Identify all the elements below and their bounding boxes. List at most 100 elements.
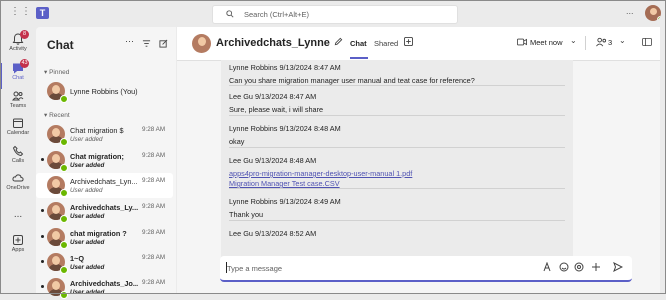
- recent-label: Recent: [49, 112, 70, 119]
- message[interactable]: Lynne Robbins 9/13/2024 8:49 AM Thank yo…: [229, 197, 341, 219]
- chat-time: 9:28 AM: [142, 279, 166, 286]
- message[interactable]: Lee Gu 9/13/2024 8:48 AM apps4pro-migrat…: [229, 156, 412, 188]
- chat-name: 1~Q: [70, 254, 84, 263]
- file-link[interactable]: Migration Manager Test case.CSV: [229, 179, 412, 188]
- add-tab-icon[interactable]: [404, 37, 413, 48]
- message[interactable]: Lee Gu 9/13/2024 8:52 AM: [229, 229, 316, 238]
- presence-available-icon: [60, 138, 68, 146]
- message-divider: [229, 115, 565, 116]
- more-options-icon[interactable]: ...: [626, 6, 634, 16]
- phone-icon: [12, 145, 24, 157]
- message-sender: Lynne Robbins: [229, 124, 278, 133]
- message-text: Sure, please wait, i will share: [229, 105, 324, 114]
- search-input[interactable]: Search (Ctrl+Alt+E): [212, 5, 458, 24]
- rail-item-apps[interactable]: Apps: [0, 234, 36, 253]
- presence-available-icon: [60, 266, 68, 274]
- popout-icon[interactable]: [642, 38, 652, 48]
- unread-dot: [41, 158, 44, 161]
- app-launcher-icon[interactable]: ⋮⋮: [10, 6, 32, 17]
- attach-plus-icon[interactable]: [591, 262, 601, 274]
- rail-item-label: Calls: [11, 158, 25, 164]
- message-time: 9/13/2024 8:49 AM: [279, 197, 341, 206]
- tab-active-indicator: [350, 57, 368, 59]
- participants-count: 3: [608, 38, 613, 47]
- message[interactable]: Lynne Robbins 9/13/2024 8:48 AM okay: [229, 124, 341, 146]
- list-item[interactable]: 1~Q 9:28 AM User added: [36, 250, 173, 275]
- presence-available-icon: [60, 291, 68, 299]
- new-chat-icon[interactable]: [159, 39, 168, 50]
- more-options-icon[interactable]: ⋯: [125, 36, 134, 47]
- send-icon[interactable]: [613, 261, 624, 274]
- message-divider: [229, 147, 565, 148]
- chat-name: Chat migration;: [70, 152, 124, 161]
- unread-dot: [41, 260, 44, 263]
- list-item[interactable]: Archivedchats_Ly... 9:28 AM User added: [36, 199, 173, 224]
- search-icon: [226, 10, 234, 18]
- list-item[interactable]: Chat migration $ 9:28 AM User added: [36, 122, 173, 147]
- edit-name-icon[interactable]: [334, 37, 343, 48]
- list-item[interactable]: chat migration ? 9:28 AM User added: [36, 225, 173, 250]
- list-item[interactable]: Lynne Robbins (You): [36, 79, 173, 104]
- format-icon[interactable]: [542, 261, 552, 274]
- tab-chat[interactable]: Chat: [350, 39, 367, 48]
- rail-item-onedrive[interactable]: OneDrive: [0, 172, 36, 191]
- message-divider: [229, 85, 565, 86]
- recent-section-header[interactable]: ▾ Recent: [44, 111, 70, 119]
- message[interactable]: Lee Gu 9/13/2024 8:47 AM Sure, please wa…: [229, 92, 323, 114]
- rail-item-teams[interactable]: Teams: [0, 90, 36, 109]
- rail-item-calendar[interactable]: Calendar: [0, 117, 36, 136]
- message-sender: Lynne Robbins: [229, 197, 278, 206]
- pinned-label: Pinned: [49, 69, 70, 76]
- app-rail: 8 Activity 43 Chat Teams Calendar Calls …: [0, 27, 36, 294]
- rail-item-chat[interactable]: 43 Chat: [0, 59, 36, 81]
- loop-icon[interactable]: [574, 262, 584, 274]
- tab-shared[interactable]: Shared: [374, 39, 398, 48]
- chat-name: chat migration ?: [70, 229, 127, 238]
- message-divider: [229, 188, 565, 189]
- participants-button[interactable]: [596, 37, 607, 49]
- list-item-selected[interactable]: Archivedchats_Lyn... 9:28 AM User added: [36, 173, 173, 198]
- chat-name: Archivedchats_Lyn...: [70, 177, 138, 186]
- rail-item-more[interactable]: ...: [0, 209, 36, 220]
- chat-name: Chat migration $: [70, 126, 124, 135]
- presence-available-icon: [60, 241, 68, 249]
- chat-preview: User added: [70, 187, 103, 194]
- list-item[interactable]: Chat migration; 9:28 AM User added: [36, 148, 173, 173]
- user-avatar[interactable]: [645, 5, 661, 21]
- message-compose-box[interactable]: Type a message: [220, 256, 632, 282]
- filter-icon[interactable]: [142, 39, 151, 50]
- chat-name: Archivedchats_Ly...: [70, 203, 138, 212]
- list-item[interactable]: Archivedchats_Jo... 9:28 AM User added: [36, 275, 173, 300]
- video-camera-icon[interactable]: [517, 38, 527, 48]
- pinned-section-header[interactable]: ▾ Pinned: [44, 68, 69, 76]
- chat-preview: User added: [70, 264, 105, 271]
- search-placeholder: Search (Ctrl+Alt+E): [244, 10, 310, 19]
- header-divider: [585, 36, 586, 50]
- rail-item-label: Activity: [9, 46, 27, 52]
- message-time: 9/13/2024 8:48 AM: [279, 124, 341, 133]
- message-text: Thank you: [229, 210, 264, 219]
- rail-item-activity[interactable]: 8 Activity: [0, 30, 36, 52]
- message[interactable]: Lynne Robbins 9/13/2024 8:47 AM Can you …: [229, 63, 475, 85]
- rail-item-label: Calendar: [6, 130, 30, 136]
- rail-item-label: Chat: [12, 75, 24, 81]
- chat-time: 9:28 AM: [142, 203, 166, 210]
- unread-dot: [41, 285, 44, 288]
- conversation-header: Archivedchats_Lynne Ro... Chat Shared Me…: [177, 27, 660, 61]
- chat-list-title: Chat: [47, 38, 74, 52]
- compose-placeholder: Type a message: [227, 264, 283, 273]
- chat-time: 9:28 AM: [142, 152, 166, 159]
- teams-logo-icon: T: [36, 7, 49, 19]
- chat-preview: User added: [70, 162, 105, 169]
- chevron-down-icon[interactable]: ⌄: [570, 36, 577, 45]
- people-icon: [596, 37, 607, 47]
- rail-item-label: Teams: [9, 103, 27, 109]
- rail-item-calls[interactable]: Calls: [0, 145, 36, 164]
- presence-available-icon: [60, 215, 68, 223]
- emoji-icon[interactable]: [559, 262, 569, 274]
- message-time: 9/13/2024 8:47 AM: [254, 92, 317, 101]
- avatar: [192, 34, 211, 53]
- chevron-down-icon[interactable]: ⌄: [619, 36, 626, 45]
- file-link[interactable]: apps4pro-migration-manager-desktop-user-…: [229, 169, 412, 178]
- meet-now-button[interactable]: Meet now: [530, 38, 563, 47]
